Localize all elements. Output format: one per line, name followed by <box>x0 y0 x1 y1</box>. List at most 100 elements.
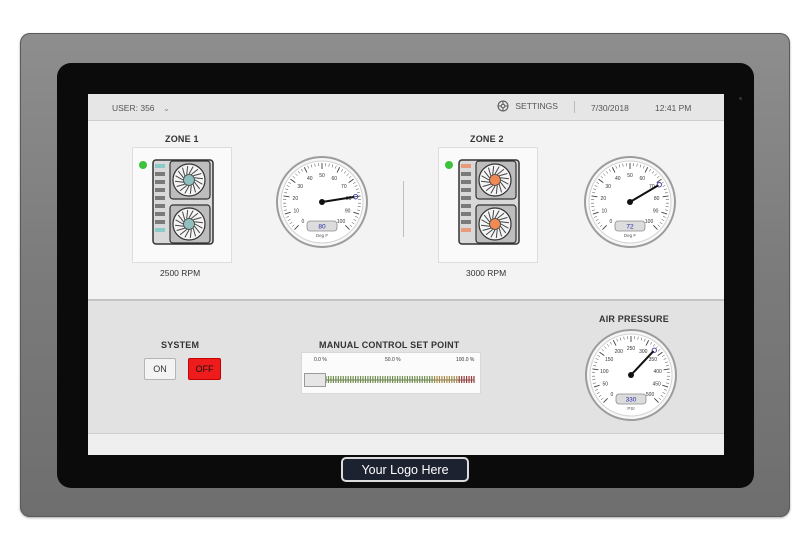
screen-border: USER: 356 ⌄ SETTINGS 7/30/2018 12:41 PM <box>57 63 754 488</box>
fan-hub <box>489 174 501 186</box>
gauge-tick-label: 10 <box>602 208 608 214</box>
status-indicator-icon <box>445 161 453 169</box>
fan-hub <box>183 174 195 186</box>
gauge-value: 80 <box>318 224 326 231</box>
manual-control-slider[interactable]: 0.0 % 50.0 % 100.0 % <box>301 352 481 394</box>
gauge-tick-label: 100 <box>600 369 609 375</box>
gauge-tick-label: 20 <box>293 196 299 202</box>
ac-unit-icon <box>445 159 520 245</box>
settings-label: SETTINGS <box>515 101 558 111</box>
system-off-button[interactable]: OFF <box>188 358 221 380</box>
ac-vent <box>155 188 165 192</box>
gauge-tick-label: 500 <box>646 392 655 398</box>
ac-vent <box>155 228 165 232</box>
ac-unit-icon <box>139 159 214 245</box>
system-on-button[interactable]: ON <box>144 358 176 380</box>
gauge-tick-label: 350 <box>649 357 658 363</box>
zone-1-temperature-gauge: 010203040506070809010080Deg F <box>276 156 368 248</box>
gauge-unit: Deg F <box>316 233 329 238</box>
ac-vent <box>155 196 165 200</box>
gauge-tick-label: 50 <box>603 381 609 387</box>
ac-vent <box>461 188 471 192</box>
gauge-tick-label: 60 <box>331 176 337 182</box>
gauge-tick-label: 30 <box>297 184 303 190</box>
zone-2-temperature-gauge: 010203040 50 6070809010072Deg F <box>584 156 676 248</box>
ac-vent <box>461 180 471 184</box>
topbar-divider <box>574 101 575 113</box>
gauge-unit: PSI <box>627 406 634 411</box>
zones-panel: ZONE 1 2500 RPM 010203040506070809010080… <box>88 121 724 301</box>
ac-vent <box>461 164 471 168</box>
air-pressure-gauge: 050 100 150200 250 300350 400 450 500 330 PSI <box>585 329 677 421</box>
user-selector[interactable]: USER: 356 ⌄ <box>112 103 170 114</box>
ac-vent <box>461 220 471 224</box>
zone-2-title: ZONE 2 <box>470 134 504 144</box>
gauge-hub <box>319 199 325 205</box>
fan-hub <box>489 218 501 230</box>
ac-vent <box>461 196 471 200</box>
hmi-screen: USER: 356 ⌄ SETTINGS 7/30/2018 12:41 PM <box>88 94 724 455</box>
gauge-tick-label: 30 <box>605 184 611 190</box>
gauge-tick-label: 0 <box>610 219 613 225</box>
ac-vent <box>155 180 165 184</box>
gauge-hub <box>628 372 634 378</box>
settings-button[interactable]: SETTINGS <box>497 100 558 112</box>
gauge-tick-label: 80 <box>654 196 660 202</box>
gauge-tick-label: 100 <box>337 219 346 225</box>
zone-2-ac-unit[interactable] <box>438 147 538 263</box>
manual-control-title: MANUAL CONTROL SET POINT <box>319 340 460 350</box>
gauge-tick-label: 60 <box>639 176 645 182</box>
user-label: USER: 356 <box>112 103 155 113</box>
ac-vent <box>155 220 165 224</box>
ac-vent <box>155 172 165 176</box>
gauge-tick-label: 20 <box>601 196 607 202</box>
gauge-tick-label: 50 <box>319 173 325 179</box>
time-display: 12:41 PM <box>655 103 692 113</box>
ac-vent <box>461 212 471 216</box>
chevron-down-icon: ⌄ <box>162 103 171 113</box>
zone-2-rpm: 3000 RPM <box>466 268 507 278</box>
ac-vent <box>155 212 165 216</box>
gauge-tick-label: 70 <box>341 184 347 190</box>
gauge-tick-label: 40 <box>307 176 313 182</box>
gauge-tick-label: 90 <box>345 208 351 214</box>
gauge-tick-label: 10 <box>294 208 300 214</box>
gauge-tick-label: 300 <box>639 349 648 355</box>
gauge-tick-label: 150 <box>605 357 614 363</box>
gauge-tick-label: 50 <box>627 173 633 179</box>
ac-vent <box>461 172 471 176</box>
bottom-strip <box>88 433 724 455</box>
system-title: SYSTEM <box>161 340 200 350</box>
status-indicator-icon <box>139 161 147 169</box>
gauge-tick-label: 40 <box>615 176 621 182</box>
gauge-tick-label: 450 <box>653 381 662 387</box>
date-display: 7/30/2018 <box>591 103 629 113</box>
air-pressure-title: AIR PRESSURE <box>599 314 669 324</box>
gauge-hub <box>627 199 633 205</box>
gauge-value: 72 <box>626 224 634 231</box>
gauge-tick-label: 400 <box>653 369 662 375</box>
ac-vent <box>461 204 471 208</box>
gauge-tick-label: 250 <box>627 346 636 352</box>
gauge-tick-label: 0 <box>302 219 305 225</box>
panel-bezel: USER: 356 ⌄ SETTINGS 7/30/2018 12:41 PM <box>20 33 790 517</box>
slider-track <box>325 376 475 383</box>
gauge-unit: Deg F <box>624 233 637 238</box>
ac-vent <box>155 164 165 168</box>
ac-vent <box>155 204 165 208</box>
top-bar: USER: 356 ⌄ SETTINGS 7/30/2018 12:41 PM <box>88 94 724 121</box>
gauge-tick-label: 100 <box>645 219 654 225</box>
gauge-tick-label: 0 <box>611 392 614 398</box>
logo-badge: Your Logo Here <box>341 457 469 482</box>
gauge-tick-label: 90 <box>653 208 659 214</box>
sensor-dot <box>739 97 742 100</box>
ac-vent <box>461 228 471 232</box>
zone-1-ac-unit[interactable] <box>132 147 232 263</box>
zone-1-title: ZONE 1 <box>165 134 199 144</box>
zone-1-rpm: 2500 RPM <box>160 268 201 278</box>
slider-thumb[interactable] <box>304 373 326 387</box>
fan-hub <box>183 218 195 230</box>
gear-icon <box>497 100 509 112</box>
gauge-value: 330 <box>626 397 637 404</box>
zone-divider <box>403 181 404 237</box>
